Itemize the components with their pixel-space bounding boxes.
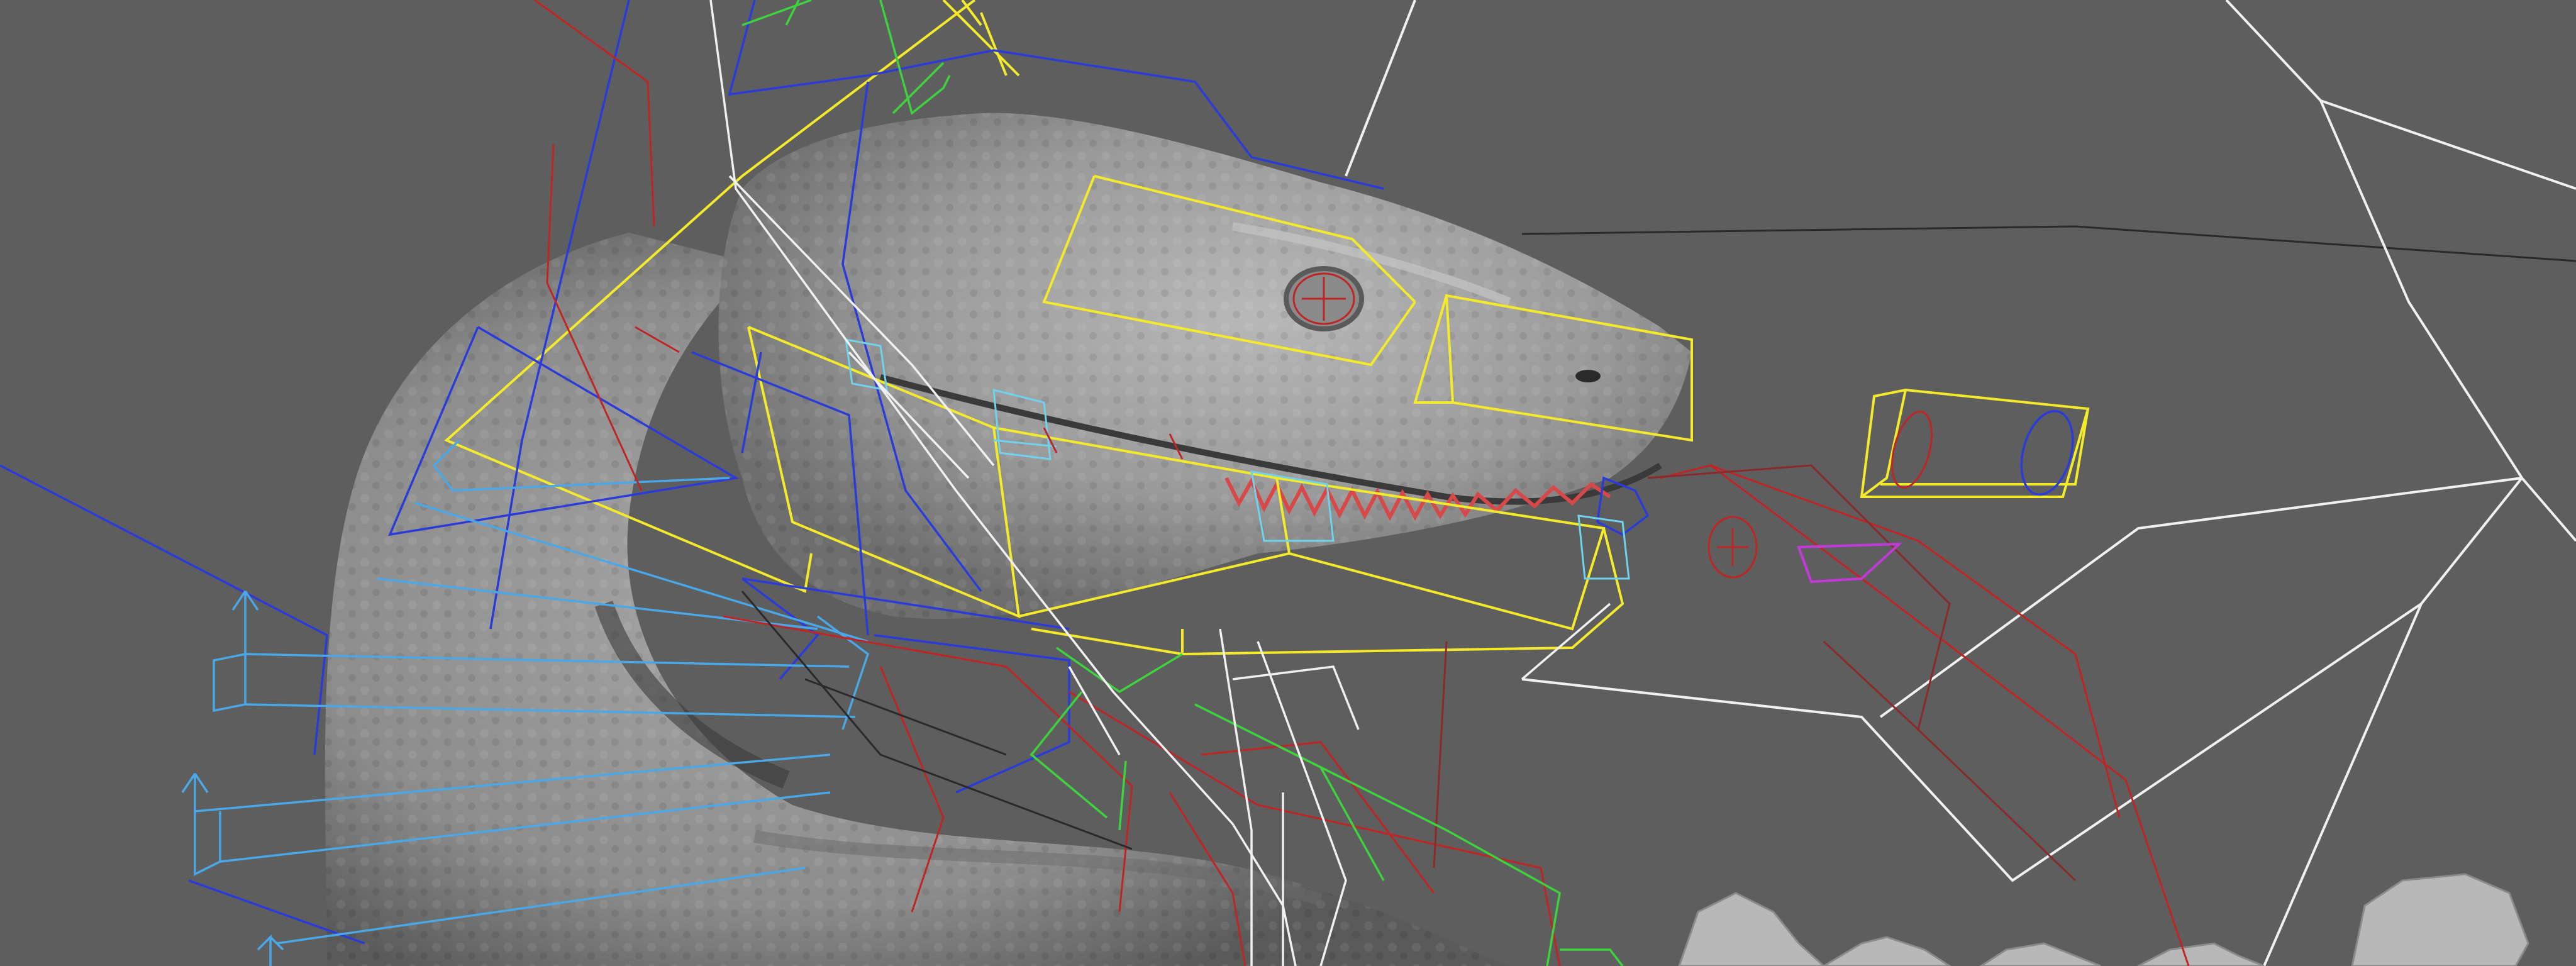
horizon-line <box>1521 225 2576 262</box>
3d-viewport[interactable] <box>0 0 2576 966</box>
scene-canvas <box>0 0 2576 966</box>
nostril <box>1575 370 1601 382</box>
rig-magenta-control <box>1797 542 1903 584</box>
rocks-mesh <box>1678 873 2529 966</box>
